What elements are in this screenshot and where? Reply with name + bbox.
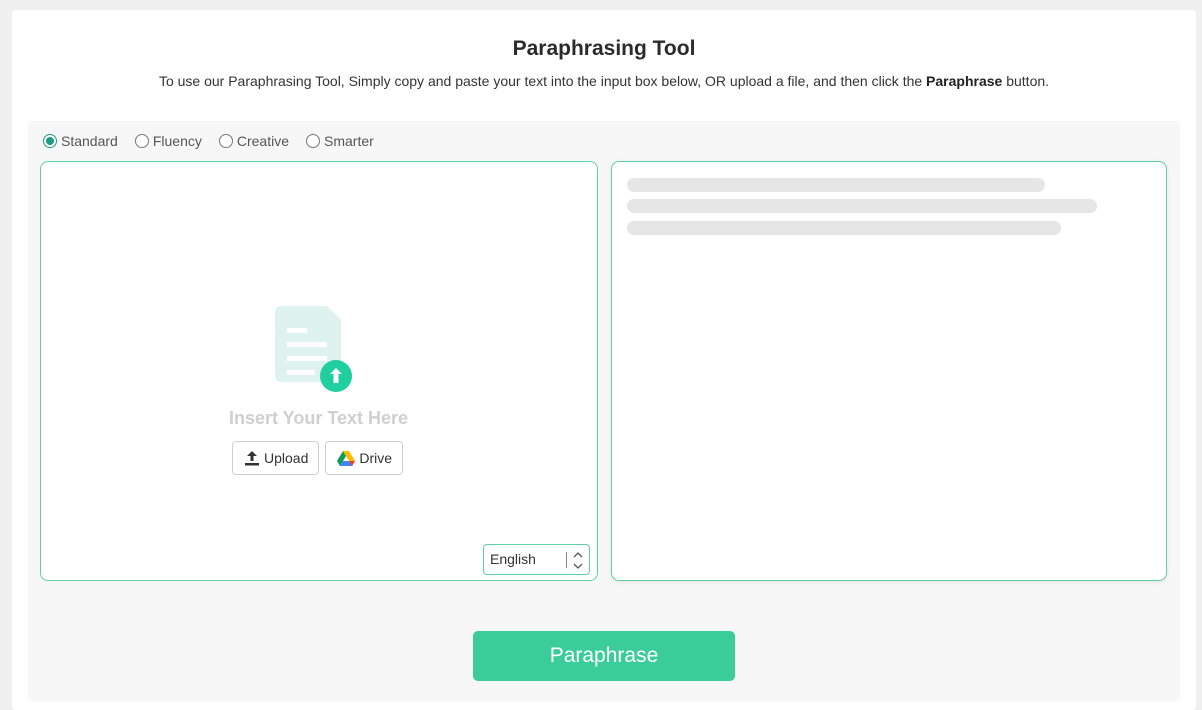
mode-creative[interactable]: Creative [218,133,289,149]
mode-smarter-label: Smarter [324,133,374,149]
radio-standard[interactable] [43,134,57,148]
input-placeholder: Insert Your Text Here [228,408,409,428]
google-drive-icon [337,451,356,466]
loading-skeleton-line [627,199,1097,213]
radio-fluency[interactable] [134,134,149,148]
language-select-divider [566,552,567,568]
instructions-bold-text: Paraphrase [926,73,1003,89]
output-text-area [611,161,1167,581]
page-instructions: To use our Paraphrasing Tool, Simply cop… [12,73,1196,89]
instructions-suffix-text: button. [1002,73,1050,89]
page-title: Paraphrasing Tool [512,37,696,60]
mode-selector: Standard Fluency Creative Smarter [43,132,391,150]
chevron-up-down-icon [573,552,583,569]
drive-button[interactable]: Drive [325,441,404,475]
drive-button-label: Drive [359,450,393,466]
tool-card: Paraphrasing Tool To use our Paraphrasin… [12,10,1196,710]
loading-skeleton-line [627,221,1061,235]
paraphrase-button[interactable]: Paraphrase [473,631,735,681]
radio-smarter[interactable] [306,134,320,148]
upload-button[interactable]: Upload [232,441,320,475]
language-select-value: English [490,551,536,567]
loading-skeleton-line [627,178,1045,192]
document-upload-icon [275,306,352,392]
mode-fluency[interactable]: Fluency [134,133,202,149]
input-text-area[interactable]: Insert Your Text Here Upload Drive Engli… [40,161,598,581]
instructions-text: To use our Paraphrasing Tool, Simply cop… [158,73,927,89]
mode-fluency-label: Fluency [152,133,202,149]
paraphrase-workspace: Standard Fluency Creative Smarter Insert… [28,121,1180,701]
upload-button-label: Upload [264,450,309,466]
mode-smarter[interactable]: Smarter [306,133,374,149]
mode-standard-label: Standard [61,133,118,149]
mode-standard[interactable]: Standard [43,133,118,149]
mode-creative-label: Creative [236,133,289,149]
upload-actions: Upload Drive [232,441,409,475]
radio-creative[interactable] [218,134,233,148]
language-select[interactable]: English [483,544,590,575]
upload-icon [245,451,259,466]
